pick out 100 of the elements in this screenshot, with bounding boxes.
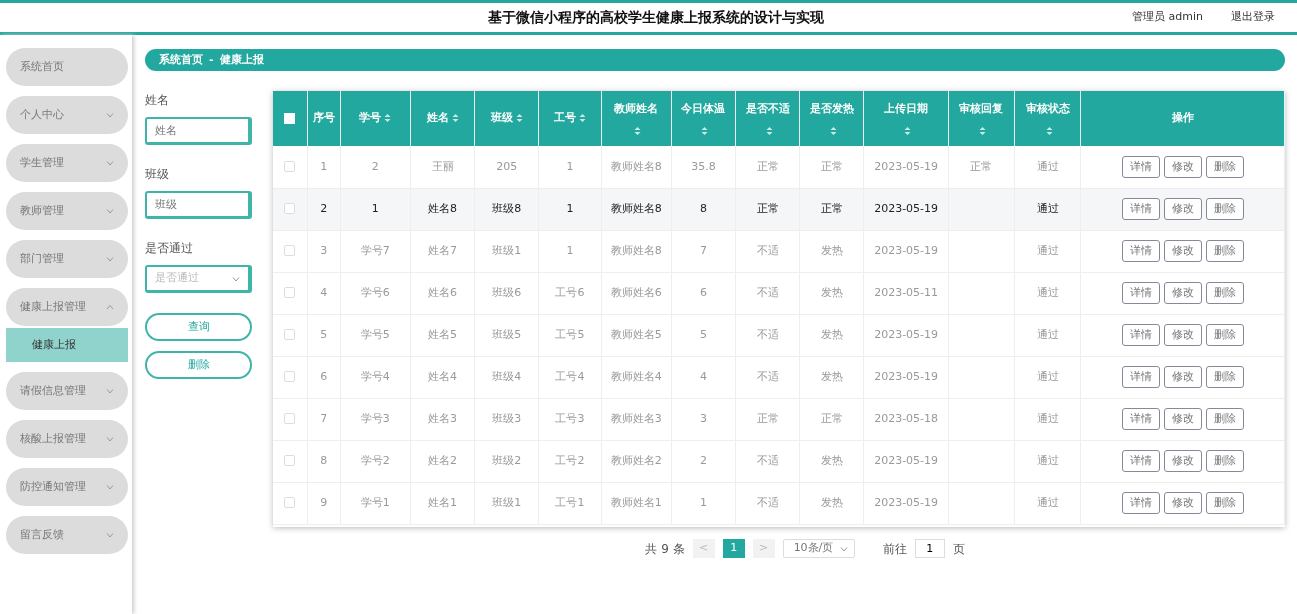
row-checkbox[interactable] xyxy=(284,203,296,215)
text-field[interactable]: 姓名 xyxy=(145,117,252,145)
breadcrumb-link[interactable]: 系统首页 xyxy=(159,51,203,69)
chevron-down-icon xyxy=(106,112,114,118)
row-checkbox[interactable] xyxy=(284,245,296,257)
table-cell: 发热 xyxy=(820,453,843,467)
logout-link[interactable]: 退出登录 xyxy=(1231,9,1275,26)
delete-button[interactable]: 删除 xyxy=(1205,450,1244,472)
delete-button[interactable]: 删除 xyxy=(1205,282,1244,304)
table-cell: 35.8 xyxy=(691,159,716,173)
detail-button[interactable]: 详情 xyxy=(1121,366,1160,388)
delete-button[interactable]: 删除 xyxy=(1205,324,1244,346)
table-cell: 正常 xyxy=(756,201,779,215)
table-cell: 学号3 xyxy=(360,411,390,425)
sort-icon[interactable] xyxy=(515,113,523,124)
row-checkbox[interactable] xyxy=(284,287,296,299)
detail-button[interactable]: 详情 xyxy=(1121,240,1160,262)
delete-button[interactable]: 删除 xyxy=(1205,366,1244,388)
edit-button[interactable]: 修改 xyxy=(1163,492,1202,514)
filter-label: 是否通过 xyxy=(145,240,194,257)
table-cell: 通过 xyxy=(1036,285,1059,299)
sidebar-item[interactable]: 教师管理 xyxy=(6,192,128,230)
filter-label: 班级 xyxy=(145,166,170,183)
edit-button[interactable]: 修改 xyxy=(1163,240,1202,262)
edit-button[interactable]: 修改 xyxy=(1163,282,1202,304)
page-input[interactable]: 1 xyxy=(914,539,945,558)
edit-button[interactable]: 修改 xyxy=(1163,198,1202,220)
edit-button[interactable]: 修改 xyxy=(1163,366,1202,388)
sidebar-item[interactable]: 核酸上报管理 xyxy=(6,420,128,458)
sort-icon[interactable] xyxy=(579,113,586,124)
table-cell: 2 xyxy=(699,453,707,467)
breadcrumb-link[interactable]: 健康上报 xyxy=(219,51,264,69)
delete-button[interactable]: 删除 xyxy=(1205,240,1244,262)
sidebar-item[interactable]: 个人中心 xyxy=(6,96,128,134)
detail-button[interactable]: 详情 xyxy=(1121,450,1160,472)
page-number[interactable]: 1 xyxy=(722,539,745,558)
chevron-down-icon xyxy=(106,388,114,394)
table-cell: 班级3 xyxy=(492,411,522,425)
table-cell: 2023-05-19 xyxy=(874,243,939,257)
search-button[interactable]: 查询 xyxy=(145,313,252,341)
detail-button[interactable]: 详情 xyxy=(1121,282,1160,304)
detail-button[interactable]: 详情 xyxy=(1121,324,1160,346)
edit-button[interactable]: 修改 xyxy=(1163,324,1202,346)
table-cell: 姓名2 xyxy=(428,453,458,467)
sort-icon[interactable] xyxy=(904,125,912,136)
row-checkbox[interactable] xyxy=(284,371,296,383)
sidebar-item[interactable]: 部门管理 xyxy=(6,240,128,278)
detail-button[interactable]: 详情 xyxy=(1121,408,1160,430)
table-cell: 1 xyxy=(371,201,379,215)
detail-button[interactable]: 详情 xyxy=(1121,198,1160,220)
sidebar-item[interactable]: 防控通知管理 xyxy=(6,468,128,506)
detail-button[interactable]: 详情 xyxy=(1121,155,1160,178)
system-title: 基于微信小程序的高校学生健康上报系统的设计与实现 xyxy=(487,8,825,27)
table-cell: 姓名3 xyxy=(428,411,458,425)
sort-icon[interactable] xyxy=(829,125,837,136)
table-cell: 工号2 xyxy=(555,453,585,467)
sort-icon[interactable] xyxy=(451,113,459,124)
table-cell: 班级4 xyxy=(492,369,522,383)
delete-button[interactable]: 删除 xyxy=(1205,155,1244,178)
sidebar-item[interactable]: 请假信息管理 xyxy=(6,372,128,410)
sort-icon[interactable] xyxy=(384,113,392,124)
row-checkbox[interactable] xyxy=(284,455,296,467)
delete-button[interactable]: 删除 xyxy=(1205,492,1244,514)
table-cell: 教师姓名2 xyxy=(610,453,662,467)
table-cell: 学号7 xyxy=(360,243,390,257)
sidebar-item[interactable]: 留言反馈 xyxy=(6,516,128,554)
edit-button[interactable]: 修改 xyxy=(1163,155,1202,178)
sort-icon[interactable] xyxy=(979,125,987,136)
sort-icon[interactable] xyxy=(765,125,773,136)
table-cell: 2023-05-19 xyxy=(874,495,939,509)
sort-icon[interactable] xyxy=(701,125,709,136)
sidebar-item[interactable]: 健康上报管理 xyxy=(6,288,128,326)
table-cell: 学号5 xyxy=(360,327,390,341)
column-header: 班级 xyxy=(490,111,513,125)
row-checkbox[interactable] xyxy=(284,497,296,509)
sidebar-item[interactable]: 系统首页 xyxy=(6,48,128,86)
page-size-select[interactable]: 10条/页 xyxy=(782,539,855,558)
sidebar-subitem[interactable]: 健康上报 xyxy=(6,328,128,362)
detail-button[interactable]: 详情 xyxy=(1121,492,1160,514)
edit-button[interactable]: 修改 xyxy=(1163,408,1202,430)
sort-icon[interactable] xyxy=(1045,125,1053,136)
row-checkbox[interactable] xyxy=(284,329,296,341)
table-cell: 2 xyxy=(371,159,379,173)
sidebar-item[interactable]: 学生管理 xyxy=(6,144,128,182)
delete-button[interactable]: 删除 xyxy=(145,351,252,379)
table-cell: 姓名4 xyxy=(428,369,458,383)
text-field[interactable]: 班级 xyxy=(145,191,252,219)
delete-button[interactable]: 删除 xyxy=(1205,198,1244,220)
table-cell: 通过 xyxy=(1036,369,1059,383)
select-all-checkbox[interactable] xyxy=(284,112,296,124)
row-checkbox[interactable] xyxy=(284,161,296,172)
row-checkbox[interactable] xyxy=(284,413,296,425)
delete-button[interactable]: 删除 xyxy=(1205,408,1244,430)
table-cell: 正常 xyxy=(970,159,993,173)
table-cell: 正常 xyxy=(756,411,779,425)
edit-button[interactable]: 修改 xyxy=(1163,450,1202,472)
table-cell: 1 xyxy=(699,495,707,509)
table-cell: 2023-05-19 xyxy=(874,327,939,341)
column-header: 上传日期 xyxy=(884,102,929,116)
sort-icon[interactable] xyxy=(634,125,642,136)
